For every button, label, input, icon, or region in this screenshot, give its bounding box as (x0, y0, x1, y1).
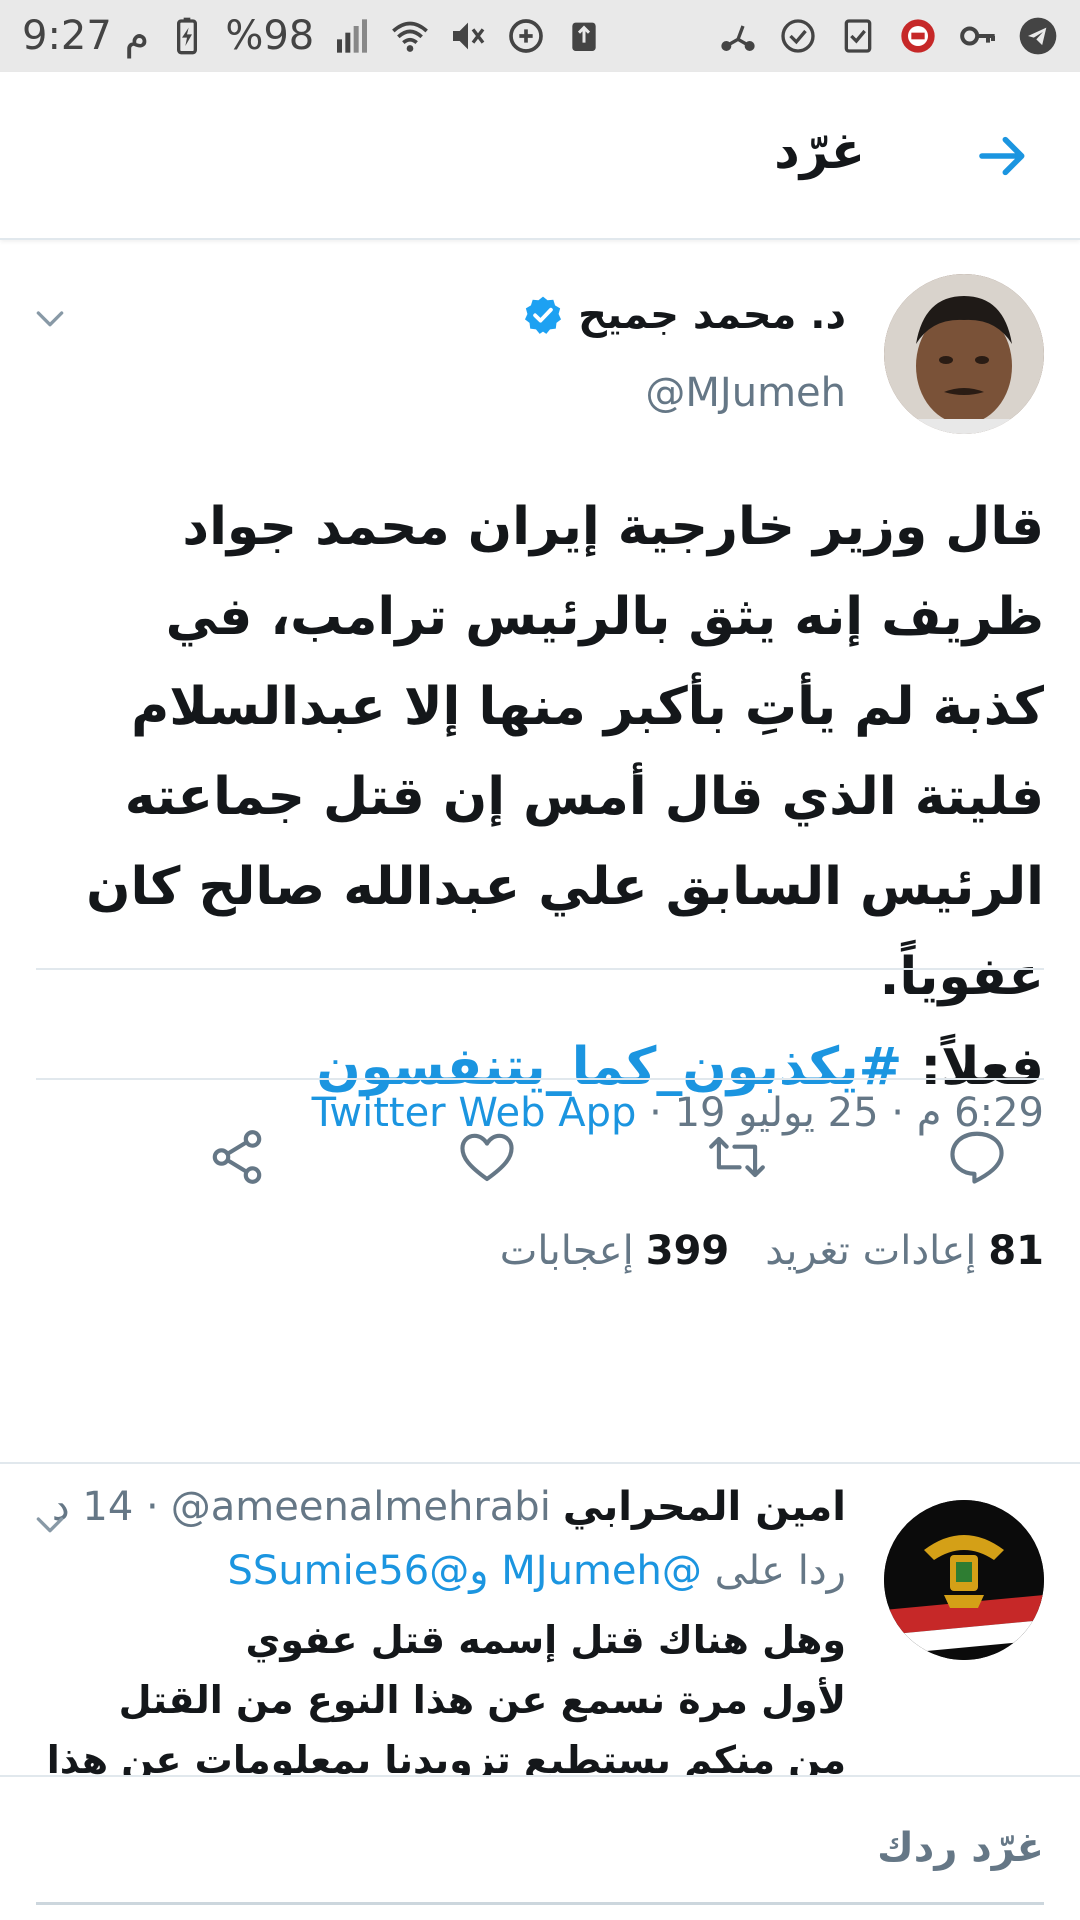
retweet-button[interactable] (704, 1124, 770, 1190)
data-saver-icon (506, 16, 546, 56)
tweet-text-prefix: فعلاً: (902, 1037, 1044, 1097)
reply-text-line: لأول مرة نسمع عن هذا النوع من القتل (118, 1678, 846, 1722)
tweet-text-line: قال وزير خارجية إيران محمد جواد (182, 497, 1044, 557)
arrow-right-icon (979, 136, 1025, 176)
likes-label: إعجابات (499, 1228, 634, 1274)
scooter-icon (718, 16, 758, 56)
tweet-actions (0, 1100, 1080, 1220)
share-icon (212, 1130, 262, 1184)
reply-tweet[interactable]: امين المحرابي @ameenalmehrabi · 14 د ردا… (0, 1464, 1080, 1776)
reply-text-line: وهل هناك قتل إسمه قتل عفوي (245, 1618, 847, 1662)
reply-icon (950, 1131, 1004, 1184)
tweet-text-line: ظريف إنه يثق بالرئيس ترامب، في (165, 587, 1044, 647)
mention-link[interactable]: @SSumie56 (228, 1548, 470, 1594)
top-app-bar: غرّد (0, 72, 1080, 240)
mute-icon (448, 16, 488, 56)
telegram-icon (1018, 16, 1058, 56)
retweets-count: 81 (988, 1228, 1044, 1274)
back-button[interactable] (971, 124, 1035, 188)
share-button[interactable] (204, 1124, 270, 1190)
reply-author-handle[interactable]: @ameenalmehrabi (171, 1484, 551, 1530)
author-name-text: د. محمد جميح (578, 292, 846, 338)
tweet-text-line: عفوياً. (879, 947, 1044, 1007)
tweet-text: قال وزير خارجية إيران محمد جواد ظريف إنه… (34, 482, 1044, 1112)
status-bar: 9:27 م %98 (0, 0, 1080, 72)
divider (36, 968, 1044, 970)
battery-percent: %98 (225, 13, 315, 59)
status-bar-right (718, 16, 1058, 56)
like-button[interactable] (454, 1124, 520, 1190)
chevron-down-icon[interactable] (30, 298, 70, 338)
hashtag-link[interactable]: #يكذبون_كما_يتنفسون (316, 1037, 902, 1097)
status-time: 9:27 م (22, 13, 150, 59)
signal-icon (332, 16, 372, 56)
reply-input[interactable]: غرّد ردك (877, 1825, 1044, 1871)
wifi-icon (390, 16, 430, 56)
retweet-icon (709, 1136, 765, 1178)
chevron-down-icon[interactable] (30, 1504, 70, 1544)
reply-button[interactable] (944, 1124, 1010, 1190)
app-badge-icon (898, 16, 938, 56)
likes-count: 399 (645, 1228, 730, 1274)
likes-stat[interactable]: 399إعجابات (500, 1228, 729, 1274)
recycle-icon (564, 16, 604, 56)
composer-underline (36, 1902, 1044, 1905)
reply-to-line: ردا على @MJumeh و@SSumie56 (228, 1548, 846, 1594)
author-name[interactable]: د. محمد جميح (522, 292, 846, 338)
heart-icon (460, 1133, 514, 1182)
reply-to-label: ردا على (714, 1548, 846, 1594)
reply-text: وهل هناك قتل إسمه قتل عفوي لأول مرة نسمع… (26, 1610, 846, 1776)
author-handle[interactable]: @MJumeh (645, 370, 846, 416)
tweet-text-line: كذبة لم يأتِ بأكبر منها إلا عبدالسلام (131, 677, 1044, 737)
verified-badge-icon (525, 296, 562, 334)
reply-text-line: من منكم يستطيع تزويدنا بمعلومات عن هذا (46, 1738, 846, 1776)
tweet-text-line: فليتة الذي قال أمس إن قتل جماعته (124, 767, 1044, 827)
tweet-text-line: الرئيس السابق علي عبدالله صالح كان (86, 857, 1044, 917)
key-icon (958, 16, 998, 56)
reply-author-name[interactable]: امين المحرابي (563, 1484, 846, 1530)
author-avatar[interactable] (884, 274, 1044, 434)
check-circle-icon (778, 16, 818, 56)
battery-icon (167, 16, 207, 56)
checklist-icon (838, 16, 878, 56)
retweets-stat[interactable]: 81إعادات تغريد (765, 1228, 1044, 1274)
page-title: غرّد (774, 122, 865, 180)
reply-header: امين المحرابي @ameenalmehrabi · 14 د (52, 1484, 846, 1530)
retweets-label: إعادات تغريد (765, 1228, 977, 1274)
status-bar-left: 9:27 م %98 (22, 13, 604, 59)
tweet-stats: 81إعادات تغريد 399إعجابات (500, 1228, 1044, 1274)
reply-avatar[interactable] (884, 1500, 1044, 1660)
divider (36, 1078, 1044, 1080)
reply-composer: غرّد ردك (0, 1775, 1080, 1920)
mention-conjunction: و (469, 1548, 502, 1594)
mention-link[interactable]: @MJumeh (501, 1548, 702, 1594)
